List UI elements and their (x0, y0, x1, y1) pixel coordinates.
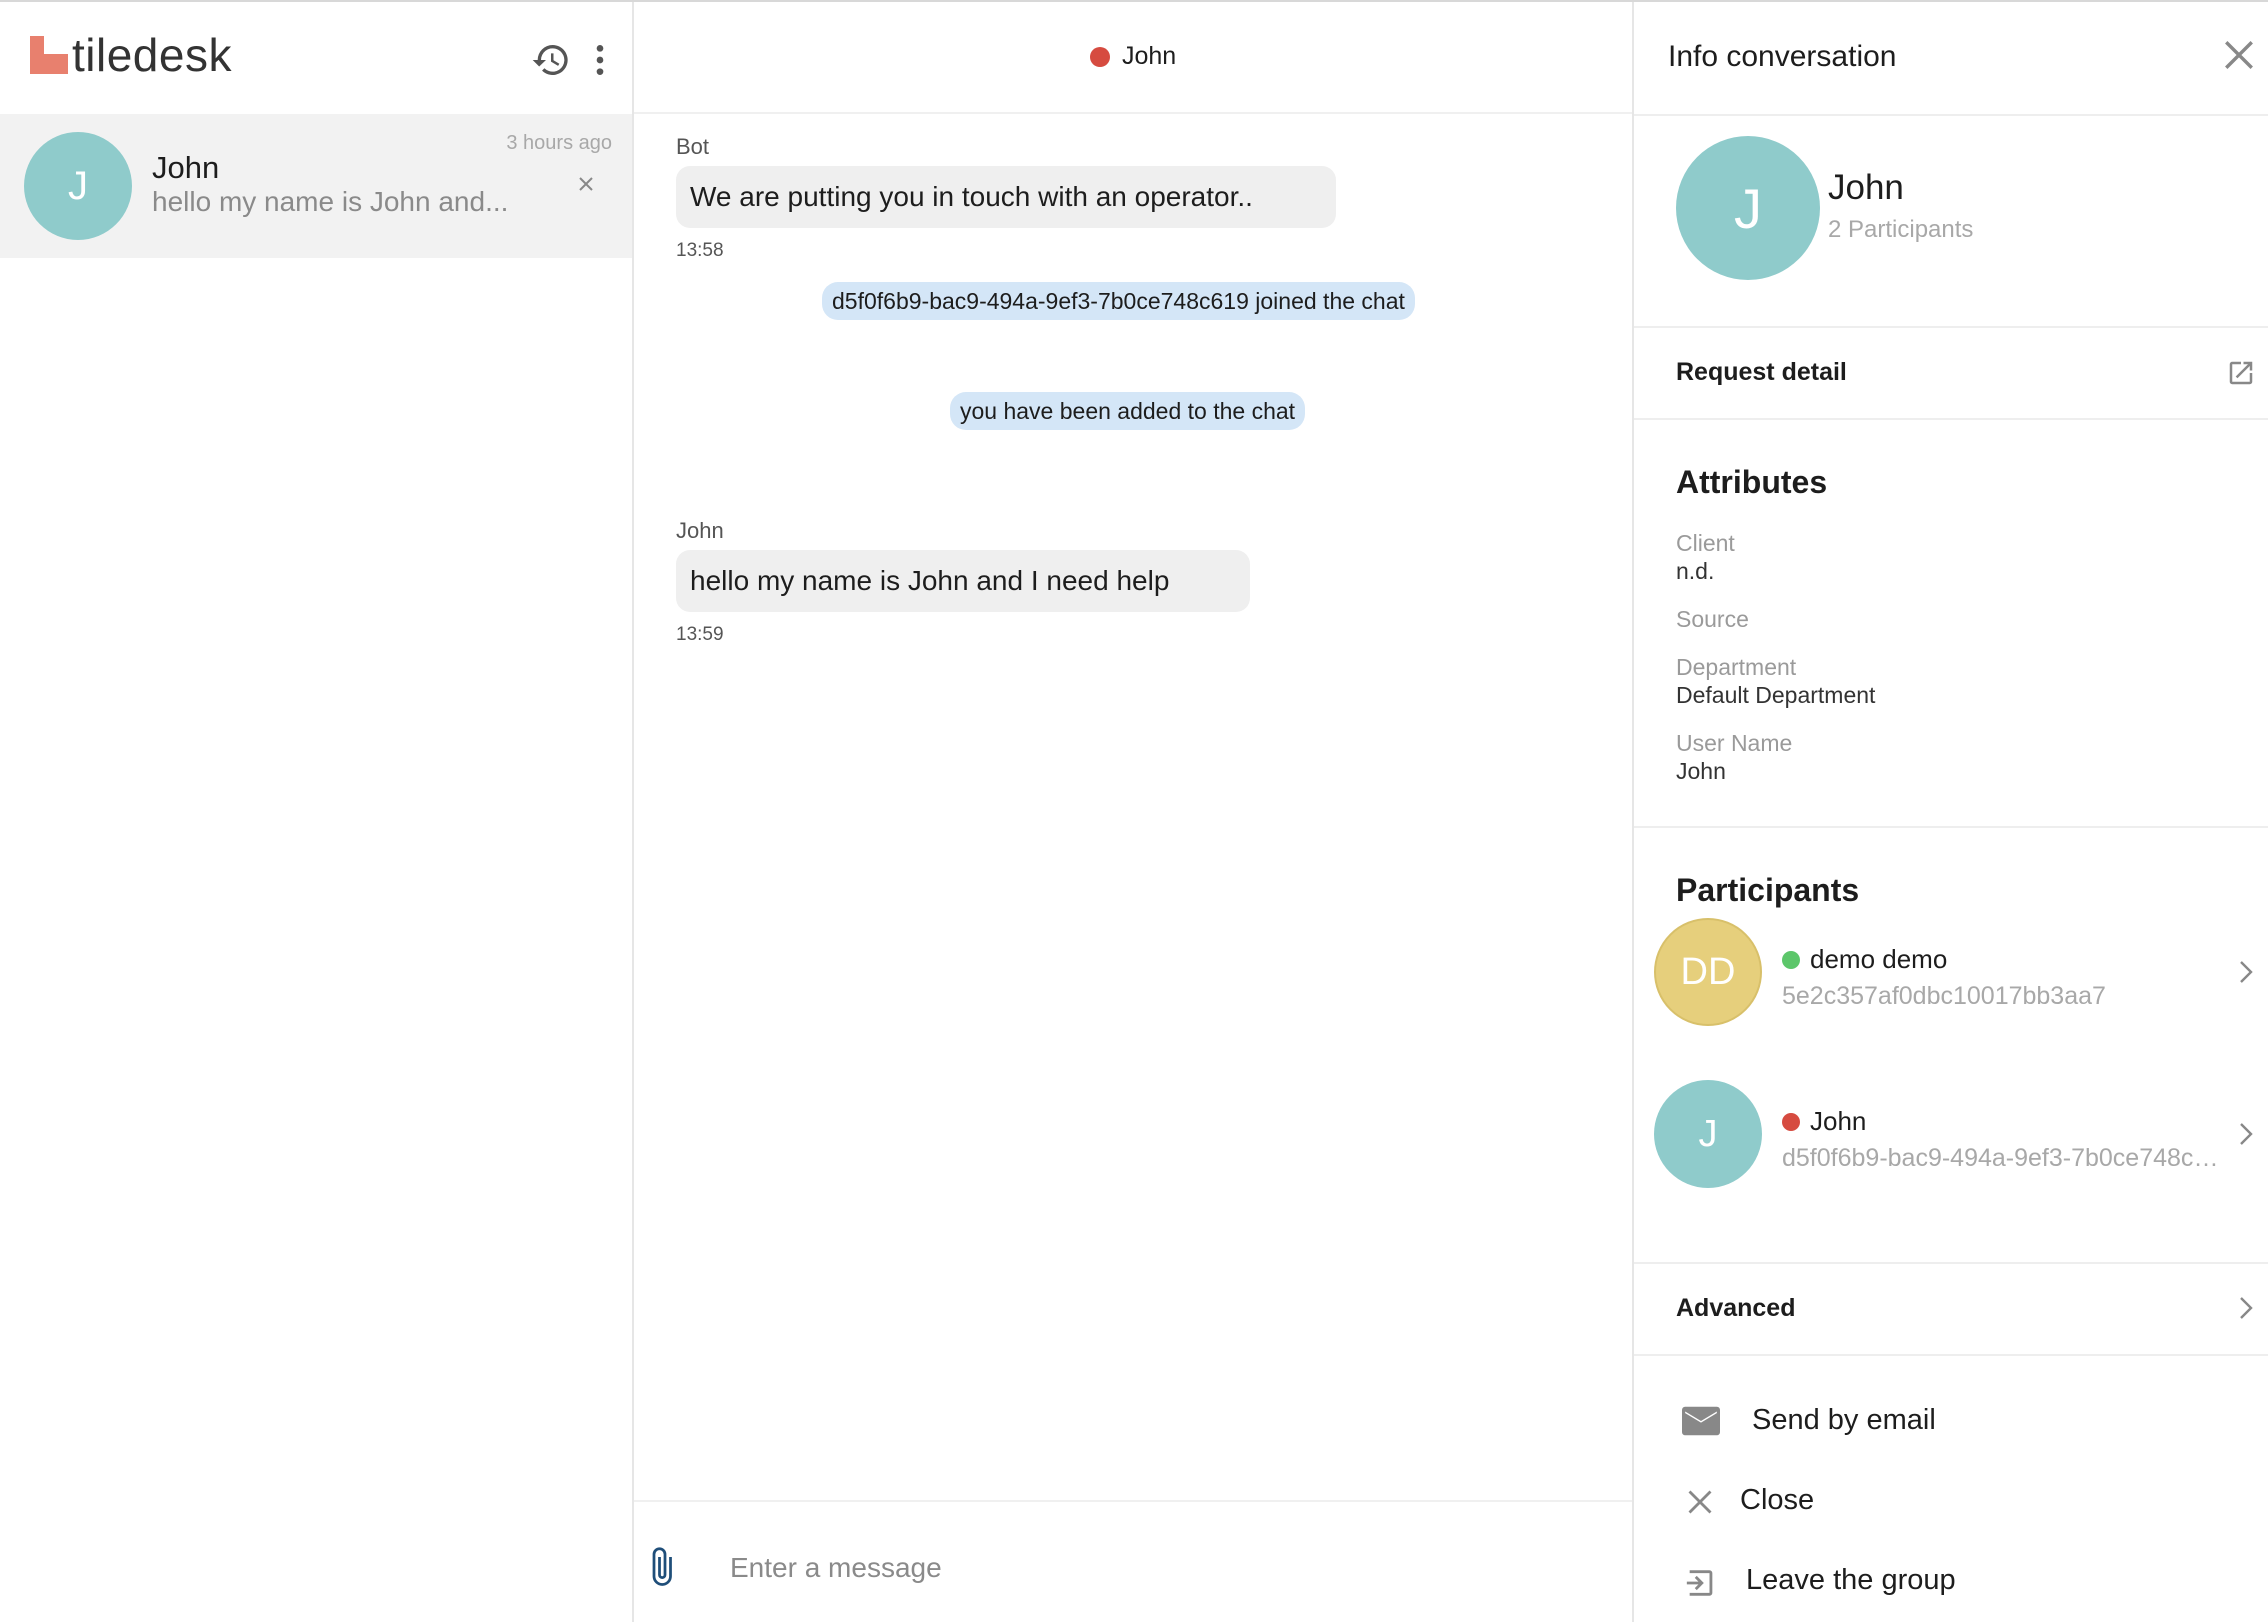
message-composer (634, 1500, 1632, 1622)
leave-group-label: Leave the group (1746, 1564, 1956, 1596)
close-label: Close (1740, 1484, 1815, 1516)
external-link-icon[interactable] (2226, 358, 2256, 388)
participant-name: demo demo (1782, 944, 1947, 975)
left-header: tiledesk (0, 2, 632, 114)
app-window: tiledesk J John hello my name is John an… (0, 0, 2268, 1622)
chat-title-name: John (1122, 42, 1177, 70)
history-icon[interactable] (531, 40, 571, 80)
system-message: d5f0f6b9-bac9-494a-9ef3-7b0ce748c619 joi… (822, 282, 1415, 320)
divider (1634, 114, 2268, 116)
chat-panel: John Bot We are putting you in touch wit… (634, 2, 1632, 1622)
close-icon[interactable] (576, 174, 596, 194)
chevron-right-icon[interactable] (2236, 958, 2256, 986)
message-sender: John (676, 518, 724, 543)
brand-name: tiledesk (72, 29, 232, 81)
attribute-value: n.d. (1676, 558, 1715, 584)
participant-id: d5f0f6b9-bac9-494a-9ef3-7b0ce748c619 (1782, 1144, 2222, 1172)
divider (1634, 326, 2268, 328)
status-dot (1090, 46, 1110, 67)
participant-name: John (1782, 1106, 1866, 1137)
participant-name-text: John (1810, 1106, 1867, 1136)
leave-icon (1686, 1570, 1713, 1596)
conversation-name: John (152, 150, 220, 185)
info-name: John (1828, 168, 1904, 207)
divider (1634, 826, 2268, 828)
attribute-key: User Name (1676, 730, 1793, 756)
avatar: DD (1654, 918, 1762, 1026)
divider (1634, 418, 2268, 420)
chat-header: John (634, 2, 1632, 114)
request-detail-link[interactable]: Request detail (1676, 358, 1847, 387)
attributes-title: Attributes (1676, 464, 1828, 500)
chevron-right-icon[interactable] (2236, 1120, 2256, 1148)
participants-count: 2 Participants (1828, 216, 1974, 243)
message-input[interactable] (730, 1542, 1590, 1594)
avatar: J (24, 132, 132, 240)
conversation-list-panel: tiledesk J John hello my name is John an… (0, 2, 634, 1622)
send-by-email-label: Send by email (1752, 1404, 1936, 1436)
avatar: J (1654, 1080, 1762, 1188)
conversation-time: 3 hours ago (506, 132, 612, 154)
participants-title: Participants (1676, 872, 1860, 908)
chevron-right-icon[interactable] (2236, 1294, 2256, 1322)
avatar: J (1676, 136, 1820, 280)
conversation-preview: hello my name is John and... (152, 186, 509, 217)
divider (1634, 1354, 2268, 1356)
chat-title: John (1090, 42, 1176, 71)
system-message: you have been added to the chat (950, 392, 1306, 430)
message-sender: Bot (676, 134, 710, 159)
close-icon (1688, 1490, 1712, 1514)
message-time: 13:58 (676, 240, 724, 261)
participant-name-text: demo demo (1810, 944, 1948, 974)
tiledesk-logo: tiledesk (30, 32, 232, 78)
attach-icon[interactable] (648, 1546, 682, 1590)
message-time: 13:59 (676, 624, 724, 645)
close-icon[interactable] (2222, 38, 2256, 72)
info-title: Info conversation (1668, 40, 1897, 73)
attribute-key: Department (1676, 654, 1797, 680)
info-panel: Info conversation J John 2 Participants … (1632, 2, 2268, 1622)
attribute-value: Default Department (1676, 682, 1876, 708)
more-options-icon[interactable] (580, 40, 620, 80)
tiledesk-logo-mark (30, 36, 68, 74)
conversation-list-item[interactable]: J John hello my name is John and... 3 ho… (0, 114, 632, 258)
advanced-row[interactable]: Advanced (1676, 1294, 1795, 1323)
participant-id: 5e2c357af0dbc10017bb3aa7 (1782, 982, 2106, 1010)
attribute-key: Source (1676, 606, 1749, 632)
attribute-value: John (1676, 758, 1726, 784)
divider (1634, 1262, 2268, 1264)
message-bubble: hello my name is John and I need help (676, 550, 1250, 612)
message-bubble: We are putting you in touch with an oper… (676, 166, 1336, 228)
attribute-key: Client (1676, 530, 1735, 556)
status-dot (1782, 1112, 1800, 1131)
status-dot (1782, 950, 1800, 969)
mail-icon (1682, 1406, 1720, 1436)
